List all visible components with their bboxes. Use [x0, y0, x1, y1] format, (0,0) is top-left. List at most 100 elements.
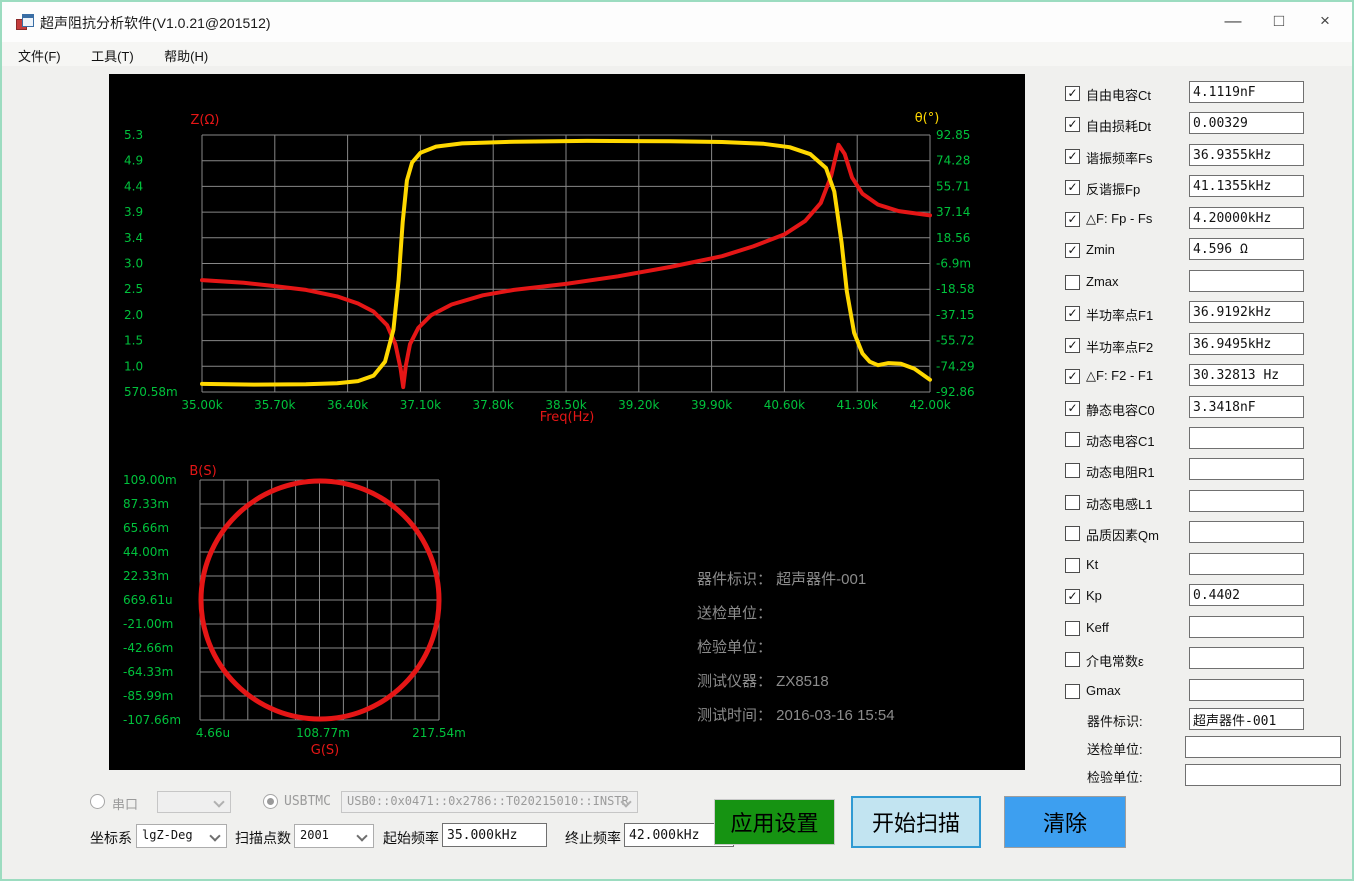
result-label: 自由损耗Dt — [1086, 119, 1152, 134]
svg-text:-74.29: -74.29 — [936, 359, 975, 373]
clear-button[interactable]: 清除 — [1004, 796, 1126, 848]
checkbox-checked-icon[interactable] — [1065, 117, 1080, 132]
result-value-field[interactable] — [1189, 679, 1304, 701]
checkbox-checked-icon[interactable] — [1065, 243, 1080, 258]
info-line: 检验单位： — [697, 639, 773, 656]
result-value-field[interactable] — [1189, 647, 1304, 669]
sweep-points-combo[interactable]: 2001 — [294, 824, 374, 848]
serial-radio[interactable] — [90, 794, 105, 809]
svg-text:217.54m: 217.54m — [412, 726, 466, 740]
checkbox-checked-icon[interactable] — [1065, 589, 1080, 604]
svg-text:θ(°): θ(°) — [915, 111, 940, 126]
result-label: 介电常数ε — [1086, 654, 1144, 669]
result-value-field[interactable] — [1189, 584, 1304, 606]
result-value-field[interactable] — [1189, 175, 1304, 197]
result-value-field[interactable] — [1189, 238, 1304, 260]
svg-text:G(S): G(S) — [311, 743, 339, 758]
checkbox-unchecked-icon[interactable] — [1065, 495, 1080, 510]
usbtmc-radio-label: USBTMC — [284, 794, 331, 809]
svg-text:3.4: 3.4 — [124, 231, 143, 245]
svg-text:39.90k: 39.90k — [691, 398, 732, 412]
minimize-button[interactable]: — — [1210, 2, 1256, 40]
start-scan-button[interactable]: 开始扫描 — [851, 796, 981, 848]
result-value-field[interactable] — [1189, 364, 1304, 386]
serial-port-combo[interactable] — [157, 791, 231, 813]
checkbox-checked-icon[interactable] — [1065, 86, 1080, 101]
svg-text:3.0: 3.0 — [124, 257, 143, 271]
menu-tools[interactable]: 工具(T) — [81, 42, 144, 69]
result-label: 半功率点F2 — [1086, 340, 1154, 355]
result-value-field[interactable] — [1189, 270, 1304, 292]
apply-settings-button[interactable]: 应用设置 — [714, 799, 835, 845]
result-value-field[interactable] — [1189, 301, 1304, 323]
result-label: Zmax — [1086, 274, 1119, 289]
checkbox-checked-icon[interactable] — [1065, 212, 1080, 227]
result-value-field[interactable] — [1189, 81, 1304, 103]
checkbox-checked-icon[interactable] — [1065, 149, 1080, 164]
checkbox-checked-icon[interactable] — [1065, 180, 1080, 195]
svg-text:65.66m: 65.66m — [123, 521, 169, 535]
svg-text:3.9: 3.9 — [124, 205, 143, 219]
sweep-points-value: 2001 — [300, 828, 329, 842]
usbtmc-address-combo[interactable]: USB0::0x0471::0x2786::T020215010::INSTR — [341, 791, 638, 813]
checkbox-checked-icon[interactable] — [1065, 338, 1080, 353]
result-value-field[interactable] — [1189, 458, 1304, 480]
svg-text:-18.58: -18.58 — [936, 282, 975, 296]
checkbox-unchecked-icon[interactable] — [1065, 526, 1080, 541]
result-value-field[interactable] — [1189, 396, 1304, 418]
info-line: 送检单位： — [697, 605, 773, 622]
result-label: 反谐振Fp — [1086, 182, 1141, 197]
serial-radio-label: 串口 — [112, 797, 139, 812]
checkbox-unchecked-icon[interactable] — [1065, 652, 1080, 667]
svg-text:18.56: 18.56 — [936, 231, 970, 245]
svg-text:B(S): B(S) — [189, 464, 216, 479]
info-line: 测试时间： 2016-03-16 15:54 — [697, 707, 895, 724]
checkbox-checked-icon[interactable] — [1065, 401, 1080, 416]
window-title: 超声阻抗分析软件(V1.0.21@201512) — [40, 15, 271, 31]
result-value-field[interactable] — [1189, 553, 1304, 575]
coordinate-system-combo[interactable]: lgZ-Deg — [136, 824, 227, 848]
menu-file[interactable]: 文件(F) — [8, 42, 71, 69]
menu-bar: 文件(F) 工具(T) 帮助(H) — [2, 42, 1352, 66]
svg-text:-6.9m: -6.9m — [936, 257, 971, 271]
result-value-field[interactable] — [1189, 521, 1304, 543]
svg-text:2.0: 2.0 — [124, 308, 143, 322]
result-value-field[interactable] — [1189, 616, 1304, 638]
svg-text:44.00m: 44.00m — [123, 545, 169, 559]
checkbox-unchecked-icon[interactable] — [1065, 463, 1080, 478]
maximize-button[interactable]: □ — [1256, 2, 1302, 40]
stop-frequency-label: 终止频率 — [565, 830, 621, 846]
result-value-field[interactable] — [1189, 144, 1304, 166]
app-window: 超声阻抗分析软件(V1.0.21@201512) — □ × 文件(F) 工具(… — [0, 0, 1354, 881]
extra-field-input[interactable] — [1185, 736, 1341, 758]
result-label: 动态电阻R1 — [1086, 465, 1155, 480]
checkbox-checked-icon[interactable] — [1065, 369, 1080, 384]
checkbox-unchecked-icon[interactable] — [1065, 684, 1080, 699]
svg-text:2.5: 2.5 — [124, 282, 143, 296]
usbtmc-radio[interactable] — [263, 794, 278, 809]
svg-text:-21.00m: -21.00m — [123, 617, 173, 631]
result-value-field[interactable] — [1189, 333, 1304, 355]
checkbox-unchecked-icon[interactable] — [1065, 275, 1080, 290]
info-line: 器件标识： 超声器件-001 — [697, 571, 867, 588]
extra-field-input[interactable] — [1189, 708, 1304, 730]
svg-text:5.3: 5.3 — [124, 128, 143, 142]
result-value-field[interactable] — [1189, 490, 1304, 512]
checkbox-unchecked-icon[interactable] — [1065, 558, 1080, 573]
start-frequency-input[interactable] — [442, 823, 547, 847]
result-label: Kt — [1086, 557, 1099, 572]
result-value-field[interactable] — [1189, 427, 1304, 449]
extra-field-input[interactable] — [1185, 764, 1341, 786]
checkbox-unchecked-icon[interactable] — [1065, 432, 1080, 447]
app-icon — [16, 14, 34, 30]
svg-text:-64.33m: -64.33m — [123, 665, 173, 679]
checkbox-unchecked-icon[interactable] — [1065, 621, 1080, 636]
result-value-field[interactable] — [1189, 112, 1304, 134]
checkbox-checked-icon[interactable] — [1065, 306, 1080, 321]
close-button[interactable]: × — [1302, 2, 1348, 40]
svg-text:35.70k: 35.70k — [254, 398, 295, 412]
menu-help[interactable]: 帮助(H) — [154, 42, 218, 69]
svg-text:1.0: 1.0 — [124, 359, 143, 373]
svg-text:669.61u: 669.61u — [123, 593, 173, 607]
result-value-field[interactable] — [1189, 207, 1304, 229]
